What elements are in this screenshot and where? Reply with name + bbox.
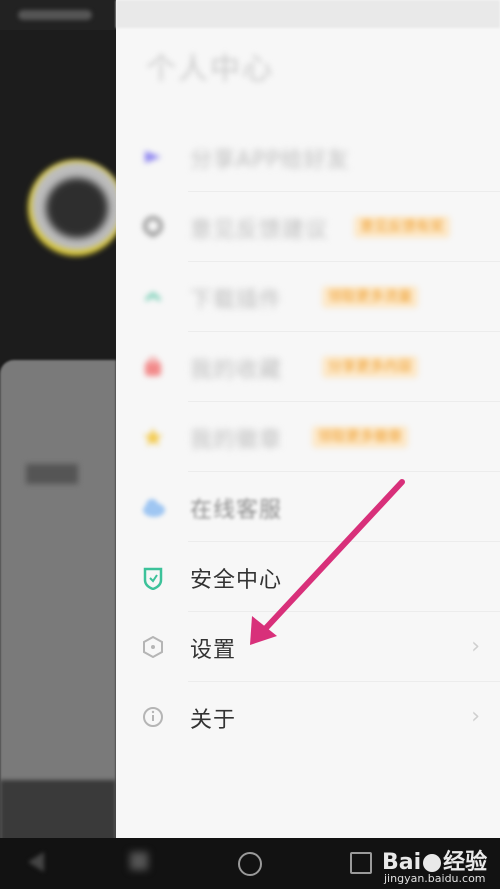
home-icon[interactable] <box>238 852 262 876</box>
watermark-url: jingyan.baidu.com <box>384 872 486 885</box>
baidu-jingyan-watermark: Bai 经验 jingyan.baidu.com <box>380 838 500 889</box>
blurred-nav-icon <box>130 852 148 870</box>
paw-icon <box>423 854 442 872</box>
back-icon[interactable] <box>28 852 44 872</box>
recent-apps-icon[interactable] <box>350 852 372 874</box>
annotation-arrow <box>250 479 405 645</box>
